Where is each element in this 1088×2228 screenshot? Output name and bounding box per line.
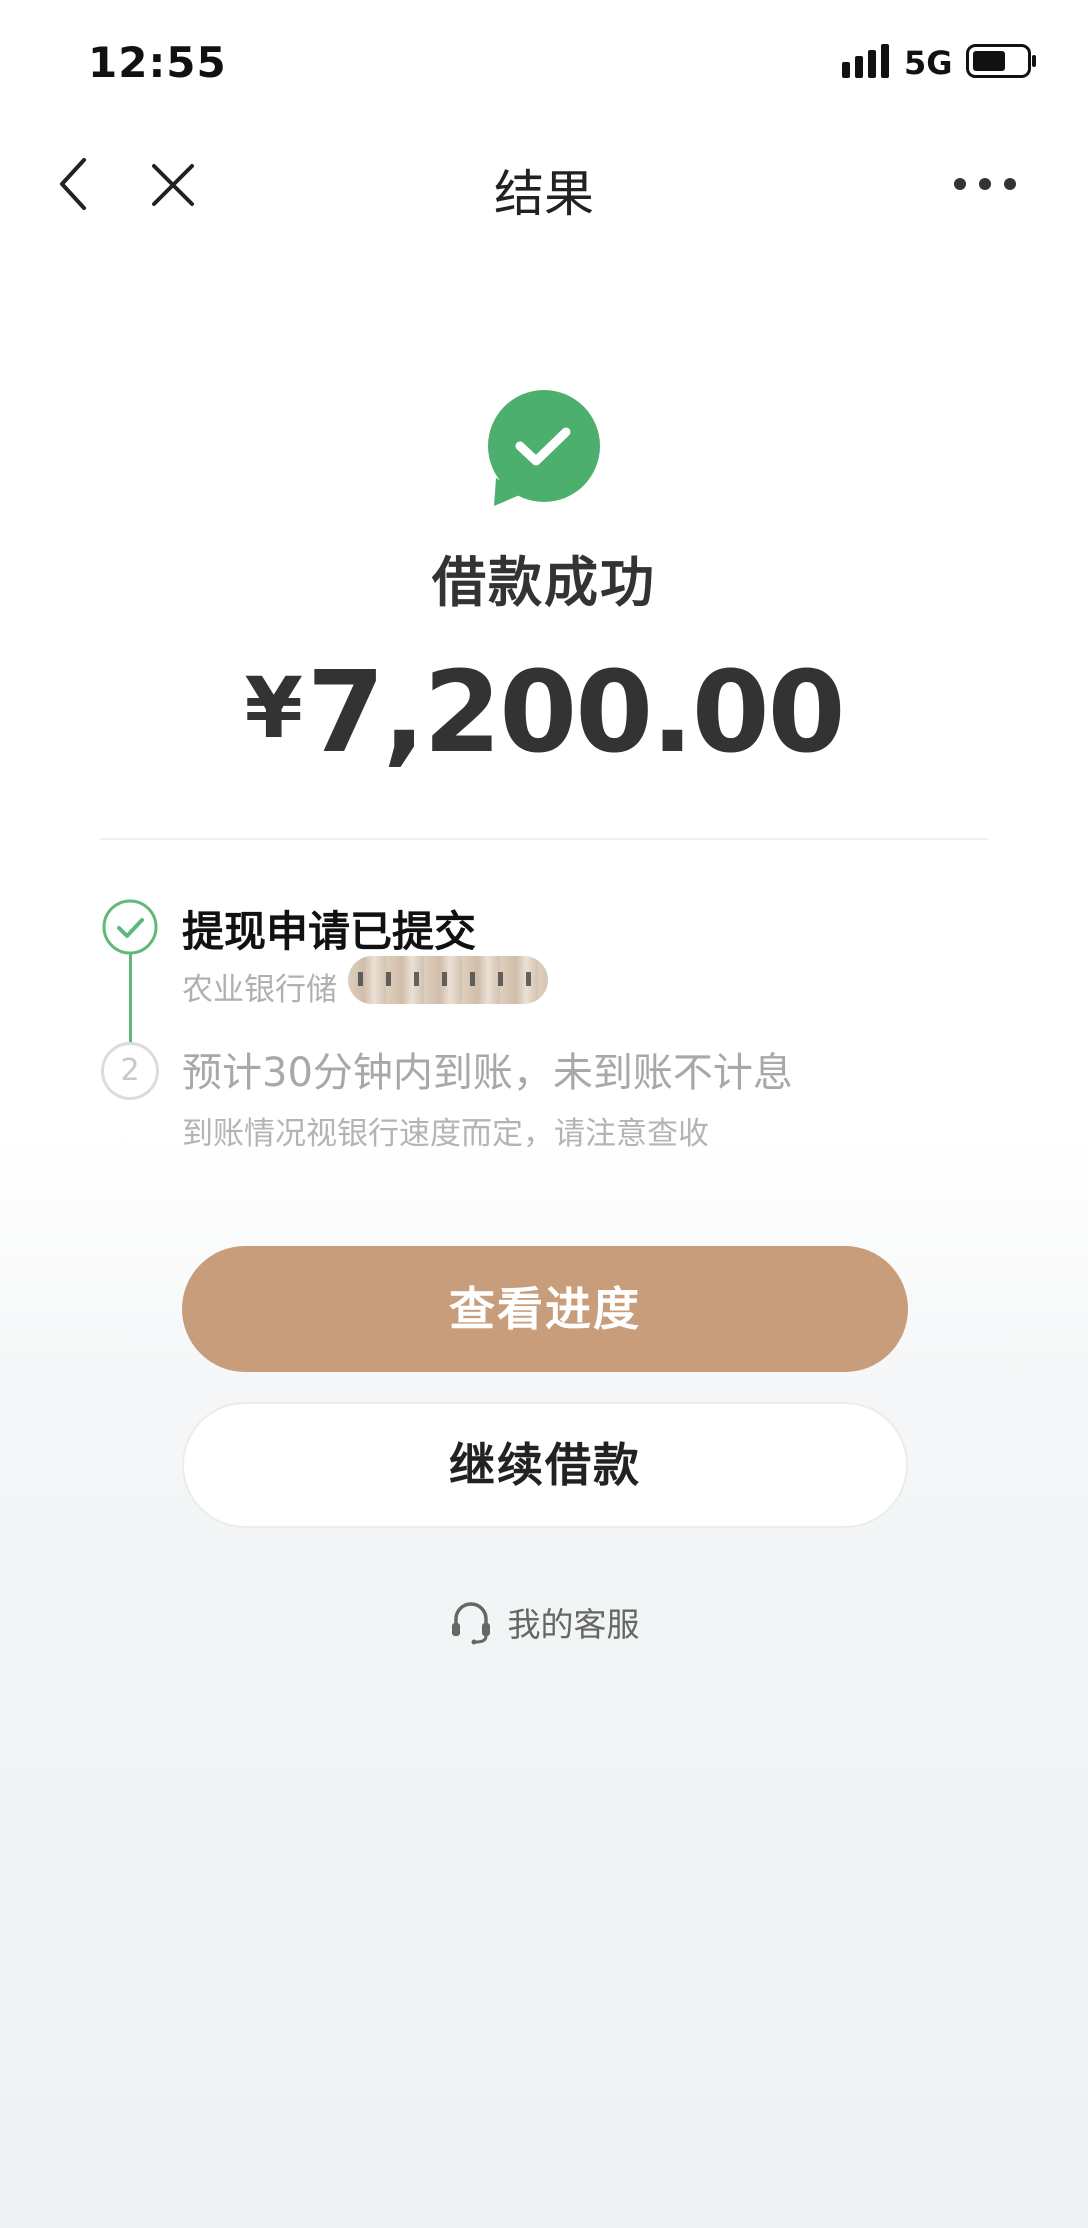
success-check-icon [488,390,600,506]
check-circle-icon [102,899,158,955]
headset-icon [452,1602,491,1645]
currency-symbol: ¥ [244,659,302,757]
step-connector [129,954,132,1044]
step-1-subtitle: 农业银行储 [182,972,337,1008]
step-1-title: 提现申请已提交 [182,907,477,956]
step-2-title: 预计30分钟内到账，未到账不计息 [182,1050,793,1096]
customer-service: 我的客服 [0,1598,1088,1646]
step-2-subtitle: 到账情况视银行速度而定，请注意查收 [182,1116,709,1152]
customer-service-label: 我的客服 [507,1605,640,1644]
status-time: 12:55 [88,38,227,87]
masked-account-number [348,956,548,1004]
step-2-number: 2 [101,1042,159,1100]
loan-amount: ¥7,200.00 [0,648,1088,778]
page-title: 结果 [494,165,594,223]
customer-service-link[interactable]: 我的客服 [448,1598,640,1646]
network-type: 5G [904,44,953,82]
status-bar: 12:55 5G [0,0,1088,120]
more-icon[interactable] [952,172,1018,196]
signal-icon [842,44,889,78]
result-title: 借款成功 [432,551,656,614]
battery-icon [966,44,1036,78]
continue-borrowing-button[interactable]: 继续借款 [182,1402,908,1528]
divider [100,838,988,840]
nav-bar: 结果 [0,130,1088,240]
amount-value: 7,200.00 [306,648,846,778]
view-progress-button[interactable]: 查看进度 [182,1246,908,1372]
